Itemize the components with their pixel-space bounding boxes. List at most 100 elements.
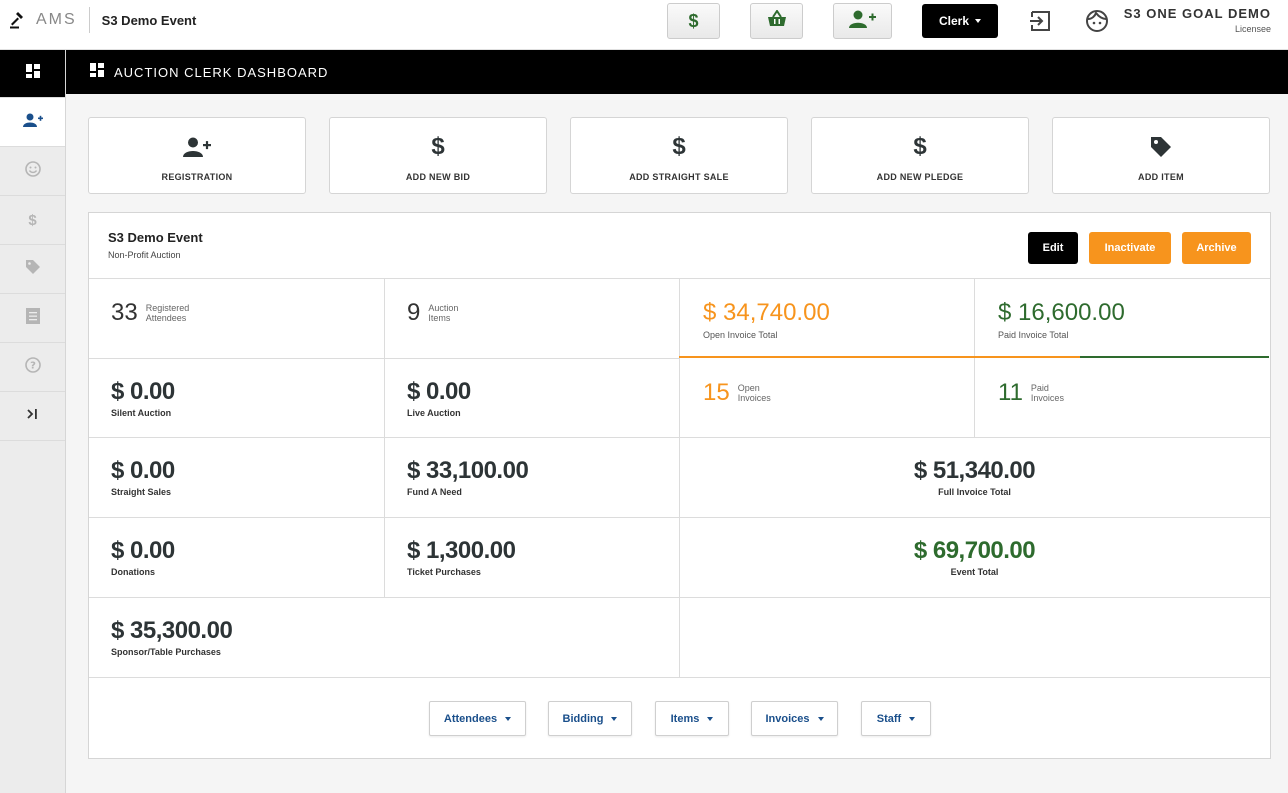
- dollar-icon: $: [672, 133, 686, 160]
- sidebar-item-attendees[interactable]: [0, 147, 65, 196]
- stat-caption: Paid Invoices: [1031, 383, 1064, 403]
- silent-auction-stat: $ 0.00 Silent Auction: [111, 378, 175, 418]
- stat-caption: Registered Attendees: [146, 303, 190, 323]
- sidebar-item-items[interactable]: [0, 245, 65, 294]
- action-label: ADD STRAIGHT SALE: [629, 172, 729, 182]
- dropdown-label: Invoices: [765, 712, 810, 725]
- add-straight-sale-card[interactable]: $ ADD STRAIGHT SALE: [570, 117, 788, 194]
- stat-caption: Sponsor/Table Purchases: [111, 647, 221, 657]
- sidebar-item-expand[interactable]: [0, 392, 65, 441]
- action-label: ADD ITEM: [1138, 172, 1184, 182]
- dropdown-label: Attendees: [443, 712, 498, 725]
- staff-dropdown[interactable]: Staff: [861, 701, 931, 736]
- tag-icon: [1150, 134, 1172, 160]
- stat-caption: Straight Sales: [111, 487, 172, 497]
- stat-caption: Open Invoices: [738, 383, 771, 403]
- edit-button[interactable]: Edit: [1028, 232, 1078, 264]
- paid-progress-fill: [1080, 356, 1269, 358]
- stat-value: 33: [111, 299, 138, 326]
- stat-value: $ 0.00: [407, 378, 471, 405]
- chevron-down-icon: [975, 19, 982, 23]
- stat-caption: Full Invoice Total: [938, 487, 1011, 497]
- dropdown-label: Staff: [876, 712, 902, 725]
- add-new-bid-card[interactable]: $ ADD NEW BID: [329, 117, 547, 194]
- stat-caption: Fund A Need: [407, 487, 462, 497]
- dollar-icon: $: [28, 211, 37, 229]
- logout-icon[interactable]: [1029, 10, 1051, 32]
- stat-caption: Donations: [111, 567, 155, 577]
- stat-caption: Ticket Purchases: [407, 567, 481, 577]
- event-total-stat: $ 69,700.00 Event Total: [679, 537, 1270, 577]
- chevron-down-icon: [505, 716, 512, 721]
- invoice-progress-bar: [679, 356, 1269, 358]
- smile-icon: [24, 160, 41, 182]
- event-title: S3 Demo Event: [108, 230, 203, 245]
- sidebar-item-dashboard[interactable]: [0, 50, 65, 98]
- stat-value: $ 33,100.00: [407, 457, 529, 484]
- svg-text:?: ?: [30, 360, 36, 371]
- chevron-down-icon: [817, 716, 824, 721]
- basket-icon: [767, 8, 787, 33]
- add-item-card[interactable]: ADD ITEM: [1052, 117, 1270, 194]
- user-plus-icon: [183, 134, 211, 160]
- bidding-dropdown[interactable]: Bidding: [548, 701, 632, 736]
- stat-value: $ 35,300.00: [111, 617, 233, 644]
- stat-caption: Open Invoice Total: [703, 330, 778, 340]
- open-invoice-total-stat: $ 34,740.00 Open Invoice Total: [703, 299, 830, 340]
- stat-value: 9: [407, 299, 421, 326]
- registration-card[interactable]: REGISTRATION: [88, 117, 306, 194]
- quick-register-button[interactable]: [833, 3, 892, 39]
- sidebar-item-payments[interactable]: $: [0, 196, 65, 245]
- stat-caption-line1: Paid: [1030, 383, 1049, 393]
- sidebar-item-reports[interactable]: [0, 294, 65, 343]
- stat-value: $ 0.00: [111, 537, 175, 564]
- role-dropdown[interactable]: Clerk: [922, 4, 998, 38]
- stat-value: $ 0.00: [111, 457, 175, 484]
- dashboard-icon: [90, 62, 104, 82]
- stat-value: 15: [703, 379, 730, 406]
- dropdown-label: Items: [670, 712, 700, 725]
- stat-caption: Silent Auction: [111, 408, 172, 418]
- chevron-down-icon: [909, 716, 916, 721]
- sidebar-item-registration[interactable]: [0, 98, 65, 147]
- sidebar-item-help[interactable]: ?: [0, 343, 65, 392]
- org-role: Licensee: [1234, 24, 1271, 34]
- avatar-face-icon[interactable]: [1086, 10, 1108, 32]
- list-icon: [25, 307, 40, 329]
- open-invoices-stat: 15 Open Invoices: [703, 379, 771, 407]
- stat-value: $ 34,740.00: [703, 299, 830, 326]
- brand-name: AMS: [36, 11, 77, 28]
- stat-value: $ 16,600.00: [998, 299, 1125, 326]
- top-bar: AMS S3 Demo Event $ Clerk S3 ONE GOAL DE…: [0, 0, 1288, 50]
- gavel-icon: [8, 10, 28, 30]
- brand[interactable]: AMS S3 Demo Event: [8, 7, 197, 33]
- event-panel: S3 Demo Event Non-Profit Auction Edit In…: [88, 212, 1271, 759]
- action-label: ADD NEW PLEDGE: [876, 172, 964, 182]
- action-label: REGISTRATION: [161, 172, 233, 182]
- brand-divider: [88, 7, 90, 33]
- stat-value: $ 69,700.00: [913, 537, 1036, 564]
- stat-caption-line1: Auction: [428, 303, 459, 313]
- org-name: S3 ONE GOAL DEMO: [1123, 6, 1271, 21]
- chevron-down-icon: [707, 716, 714, 721]
- quick-bid-button[interactable]: $: [667, 3, 720, 39]
- current-event-name: S3 Demo Event: [101, 12, 197, 28]
- ticket-purchases-stat: $ 1,300.00 Ticket Purchases: [407, 537, 516, 577]
- invoices-dropdown[interactable]: Invoices: [751, 701, 838, 736]
- attendees-dropdown[interactable]: Attendees: [429, 701, 526, 736]
- paid-invoices-stat: 11 Paid Invoices: [998, 379, 1064, 407]
- full-invoice-total-stat: $ 51,340.00 Full Invoice Total: [679, 457, 1270, 497]
- add-new-pledge-card[interactable]: $ ADD NEW PLEDGE: [811, 117, 1029, 194]
- org-info: S3 ONE GOAL DEMO Licensee: [1124, 6, 1271, 34]
- archive-button[interactable]: Archive: [1182, 232, 1251, 264]
- inactivate-button[interactable]: Inactivate: [1089, 232, 1171, 264]
- stat-caption-line2: Attendees: [145, 313, 187, 323]
- items-dropdown[interactable]: Items: [655, 701, 729, 736]
- tag-icon: [25, 259, 41, 280]
- user-plus-icon: [22, 113, 43, 132]
- dollar-icon: $: [688, 10, 699, 31]
- stat-caption-line2: Invoices: [1030, 393, 1064, 403]
- quick-sale-button[interactable]: [750, 3, 803, 39]
- sidebar: $ ?: [0, 50, 66, 793]
- user-plus-icon: [848, 10, 877, 33]
